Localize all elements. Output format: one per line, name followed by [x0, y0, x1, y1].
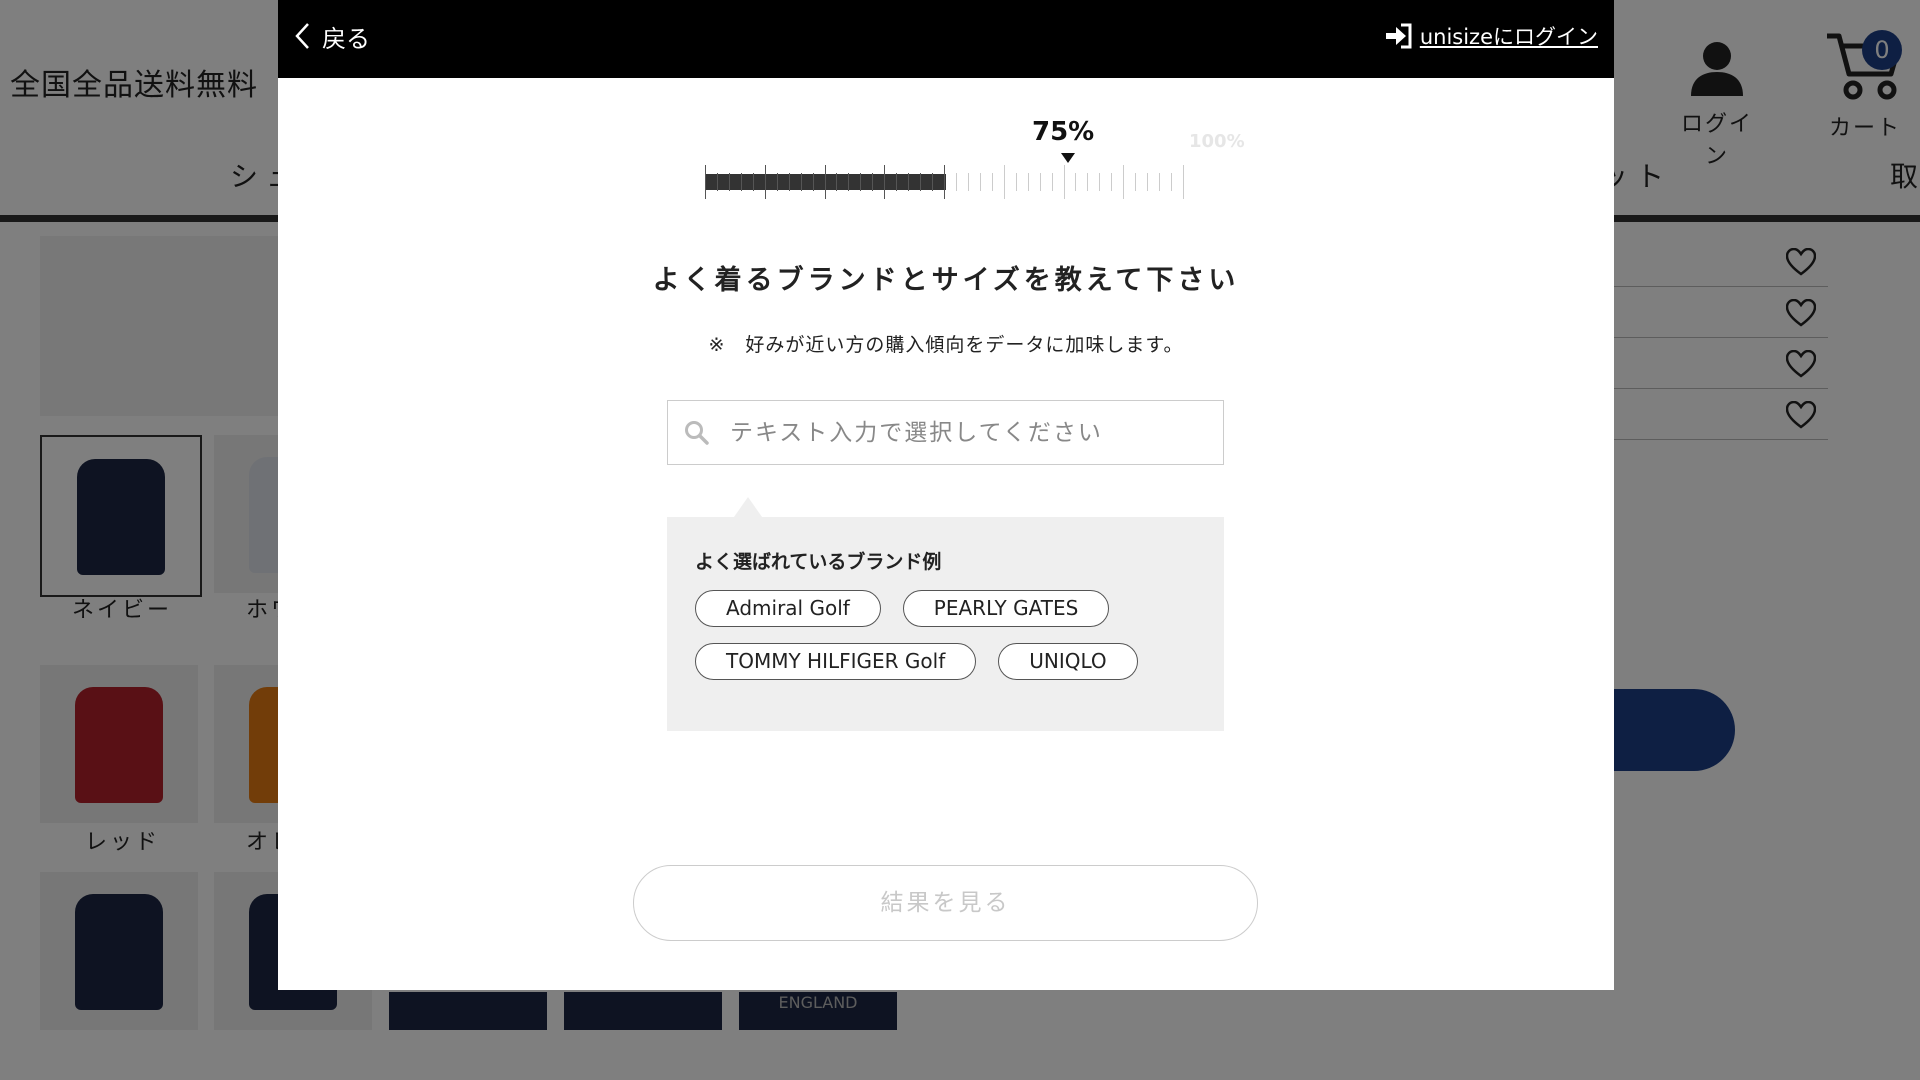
progress-tick [872, 173, 873, 191]
progress-tick [1123, 165, 1124, 199]
brand-chip[interactable]: Admiral Golf [695, 590, 881, 627]
progress-tick [932, 173, 933, 191]
progress-tick [1171, 173, 1172, 191]
progress-tick [1159, 173, 1160, 191]
progress-tick [705, 165, 706, 199]
progress-tick [956, 173, 957, 191]
progress-tick [1052, 173, 1053, 191]
progress-tick [1135, 173, 1136, 191]
brand-chip[interactable]: UNIQLO [998, 643, 1138, 680]
back-label: 戻る [322, 24, 370, 53]
progress-tick [825, 165, 826, 199]
progress-tick [992, 173, 993, 191]
progress-tick [896, 173, 897, 191]
progress-tick [968, 173, 969, 191]
progress-tick [1028, 173, 1029, 191]
progress-indicator: 75% 100% [705, 117, 1245, 199]
unisize-login-link[interactable]: unisizeにログイン [1384, 18, 1598, 54]
progress-tick [777, 173, 778, 191]
progress-tick [1183, 165, 1184, 199]
suggestions-title: よく選ばれているブランド例 [695, 551, 942, 573]
modal-top-bar: 戻る unisizeにログイン [278, 0, 1614, 78]
progress-tick [836, 173, 837, 191]
progress-tick [1087, 173, 1088, 191]
progress-tick [908, 173, 909, 191]
brand-chip[interactable]: TOMMY HILFIGER Golf [695, 643, 977, 680]
brand-chip[interactable]: PEARLY GATES [902, 590, 1110, 627]
progress-tick [860, 173, 861, 191]
suggestion-pointer [734, 497, 762, 517]
progress-tick [1111, 173, 1112, 191]
progress-tick [1004, 165, 1005, 199]
progress-tick [920, 173, 921, 191]
progress-tick [1064, 165, 1065, 199]
progress-tick [944, 165, 945, 199]
progress-tick [801, 173, 802, 191]
back-button[interactable]: 戻る [292, 16, 370, 56]
progress-tick [729, 173, 730, 191]
progress-tick [1075, 173, 1076, 191]
modal-note: ※ 好みが近い方の購入傾向をデータに加味します。 [708, 334, 1184, 356]
chevron-left-icon [295, 23, 309, 49]
progress-tick [813, 173, 814, 191]
progress-tick [717, 173, 718, 191]
progress-tick [753, 173, 754, 191]
progress-tick [884, 165, 885, 199]
brand-suggestions-panel: よく選ばれているブランド例 Admiral Golf PEARLY GATES … [667, 517, 1224, 731]
progress-percent-label: 75% [1032, 117, 1095, 147]
progress-tick [789, 173, 790, 191]
brand-chip-list: Admiral Golf PEARLY GATES TOMMY HILFIGER… [695, 590, 1215, 680]
progress-tick [1016, 173, 1017, 191]
progress-marker-icon [1061, 153, 1075, 163]
progress-max-label: 100% [1189, 131, 1245, 152]
unisize-login-label: unisizeにログイン [1419, 25, 1598, 49]
progress-tick [741, 173, 742, 191]
progress-tick [1147, 173, 1148, 191]
progress-tick [980, 173, 981, 191]
view-results-button[interactable]: 結果を見る [633, 865, 1258, 941]
progress-tick [848, 173, 849, 191]
modal-title: よく着るブランドとサイズを教えて下さい [652, 265, 1240, 296]
progress-tick [1040, 173, 1041, 191]
search-icon [685, 420, 709, 445]
size-recommendation-modal: 戻る unisizeにログイン 75% 100% よく着るブランドとサイズを教え… [278, 0, 1614, 990]
brand-search-input[interactable] [728, 418, 1192, 447]
progress-tick [1099, 173, 1100, 191]
progress-tick [765, 165, 766, 199]
brand-search-box[interactable] [667, 400, 1224, 465]
sign-in-icon [1385, 23, 1412, 49]
progress-track [705, 165, 1184, 199]
